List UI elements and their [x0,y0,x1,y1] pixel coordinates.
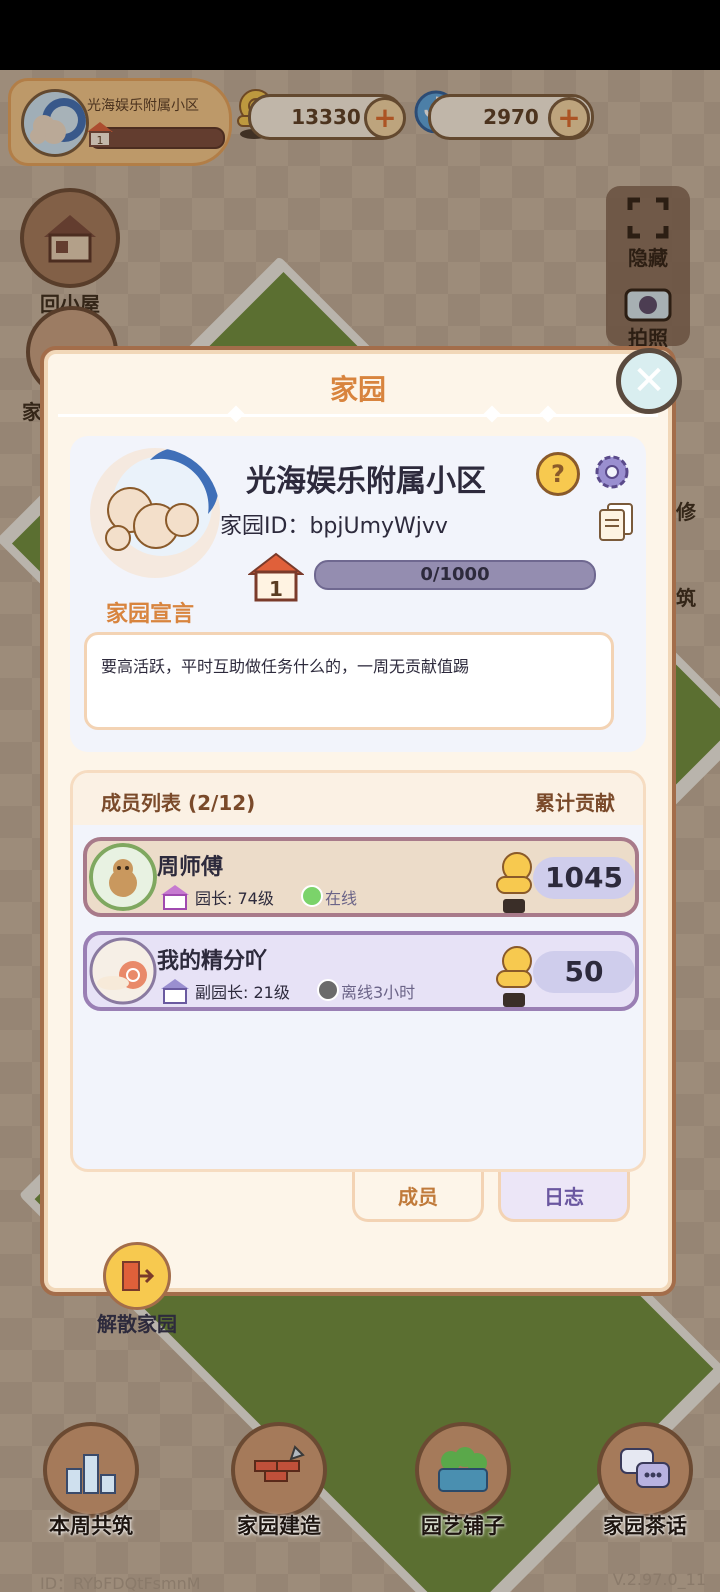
snail-trophy-icon [496,946,532,1007]
divider-dot [539,405,557,423]
title-divider [58,414,658,417]
member-contribution: 1045 [533,857,635,899]
home-id-value: bpjUmyWjvv [309,514,448,539]
svg-text:1: 1 [269,577,283,601]
garden-shop-label: 园艺铺子 [421,1514,505,1538]
member-row[interactable]: 我的精分吖 副园长: 21级 离线3小时 50 [83,931,639,1011]
home-id-label: 家园ID： [220,514,310,539]
member-count-title: 成员列表 (2/12) [101,791,256,815]
member-status: 离线3小时 [341,983,416,1002]
app-version: V.2.97.0_11 [612,1570,706,1589]
home-construction-button[interactable]: 家园建造 [214,1422,344,1540]
tab-members[interactable]: 成员 [352,1172,484,1222]
gear-icon[interactable] [592,452,632,492]
player-id: ID：RYbFDQtFsmnM [40,1574,201,1592]
home-modal: 家园 光海娱乐附属小区 ? 家园ID：bpjUmyWjvv 1 0/1000 家… [40,346,676,1336]
dissolve-home-button[interactable]: 解散家园 [82,1242,192,1337]
home-info-card: 光海娱乐附属小区 ? 家园ID：bpjUmyWjvv 1 0/1000 家园宣言… [70,436,646,752]
dissolve-label: 解散家园 [97,1312,177,1336]
home-chat-label: 家园茶话 [603,1514,687,1538]
home-construction-label: 家园建造 [237,1514,321,1538]
member-status: 在线 [325,889,358,908]
home-avatar[interactable] [90,448,220,578]
house-level-icon: 1 [248,552,304,602]
chat-bubbles-icon [597,1422,693,1518]
member-role: 园长: 74级 [195,889,274,908]
copy-icon[interactable] [598,502,634,542]
crown-house-icon [161,979,189,1004]
contribution-title: 累计贡献 [535,791,615,815]
member-list-header: 成员列表 (2/12) 累计贡献 [73,773,643,825]
offline-status-dot [317,979,339,1001]
brick-trowel-icon [231,1422,327,1518]
level-progress-bar: 0/1000 [314,560,596,590]
podium-icon [43,1422,139,1518]
home-chat-button[interactable]: 家园茶话 [580,1422,710,1540]
weekly-build-label: 本周共筑 [49,1514,133,1538]
flower-basket-icon [415,1422,511,1518]
home-name: 光海娱乐附属小区 [246,464,486,499]
tab-log[interactable]: 日志 [498,1172,630,1222]
member-role: 副园长: 21级 [195,983,290,1002]
member-avatar [89,843,157,911]
help-icon[interactable]: ? [536,452,580,496]
member-avatar [89,937,157,1005]
cloud-icon [105,448,219,556]
member-name: 我的精分吖 [157,949,268,974]
divider-dot [227,405,245,423]
crown-house-icon [161,885,189,910]
game-scene: 光海娱乐附属小区 1 13330 + 2970 + 回小屋 家 隐藏 拍照 修 … [0,70,720,1592]
declaration-text: 要高活跃，平时互助做任务什么的，一周无贡献值踢 [84,632,614,730]
member-list: 成员列表 (2/12) 累计贡献 周师傅 园长: 74级 在线 1045 我的精… [70,770,646,1172]
member-row[interactable]: 周师傅 园长: 74级 在线 1045 [83,837,639,917]
member-contribution: 50 [533,951,635,993]
online-status-dot [301,885,323,907]
exit-door-icon [103,1242,171,1310]
close-button[interactable]: ✕ [616,348,682,414]
snail-trophy-icon [496,852,532,913]
member-name: 周师傅 [157,855,224,880]
modal-title: 家园 [329,373,386,406]
declaration-label: 家园宣言 [106,602,195,627]
home-id: 家园ID：bpjUmyWjvv [220,508,448,540]
divider-dot [483,405,501,423]
weekly-build-button[interactable]: 本周共筑 [26,1422,156,1540]
garden-shop-button[interactable]: 园艺铺子 [398,1422,528,1540]
